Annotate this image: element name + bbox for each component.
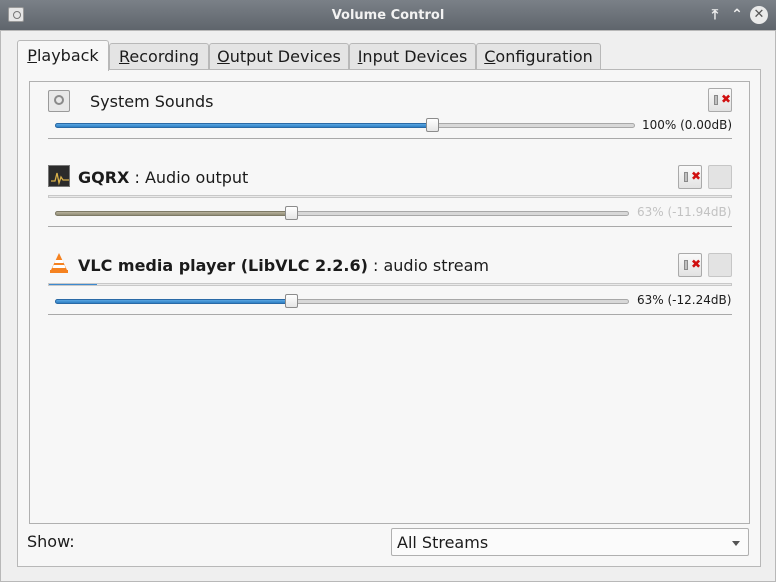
- playback-panel: System Sounds ✖ 100% (0.00dB) GQRX: Aud…: [17, 69, 761, 567]
- tab-recording[interactable]: Recording: [109, 43, 209, 70]
- stream-list: System Sounds ✖ 100% (0.00dB) GQRX: Aud…: [29, 81, 750, 524]
- stream-separator: [48, 226, 732, 227]
- mute-button[interactable]: ✖: [678, 253, 702, 277]
- keep-above-icon[interactable]: ⤒: [706, 6, 724, 24]
- volume-readout: 100% (0.00dB): [642, 118, 733, 132]
- tab-playback[interactable]: Playback: [17, 40, 109, 71]
- system-sounds-icon: [48, 90, 70, 112]
- volume-fill: [55, 299, 290, 304]
- volume-fill: [55, 123, 431, 128]
- stream-name: GQRX : Audio output: [78, 168, 249, 187]
- mute-x-icon: ✖: [721, 92, 732, 106]
- peak-meter: [48, 195, 732, 198]
- main-window: Playback Recording Output Devices Input …: [0, 30, 776, 582]
- speaker-icon: [714, 95, 718, 105]
- volume-slider[interactable]: [55, 206, 629, 220]
- gqrx-icon: [48, 165, 70, 187]
- show-streams-value: All Streams: [397, 533, 489, 552]
- volume-handle[interactable]: [285, 294, 298, 308]
- mute-x-icon: ✖: [691, 257, 702, 271]
- show-label: Show:: [27, 532, 75, 551]
- stream-separator: [48, 314, 732, 315]
- window-title: Volume Control: [331, 8, 445, 23]
- peak-meter: [48, 283, 732, 286]
- mute-button[interactable]: ✖: [708, 88, 732, 112]
- stream-separator: [48, 138, 732, 139]
- mute-button[interactable]: ✖: [678, 165, 702, 189]
- chevron-down-icon: [732, 541, 740, 546]
- volume-slider[interactable]: [55, 294, 629, 308]
- vlc-cone-icon: [48, 252, 70, 274]
- volume-fill: [55, 211, 290, 216]
- tab-output-devices[interactable]: Output Devices: [209, 43, 349, 70]
- lock-channels-toggle[interactable]: [708, 165, 732, 189]
- mute-x-icon: ✖: [691, 169, 702, 183]
- close-icon[interactable]: ✕: [750, 6, 768, 24]
- show-streams-select[interactable]: All Streams: [391, 528, 749, 556]
- volume-handle[interactable]: [426, 118, 439, 132]
- volume-readout: 63% (-11.94dB): [637, 205, 732, 219]
- title-bar: Volume Control ⤒ ⌃ ✕: [0, 0, 776, 30]
- lock-channels-toggle[interactable]: [708, 253, 732, 277]
- volume-slider[interactable]: [55, 118, 635, 132]
- stream-name: System Sounds: [90, 92, 214, 111]
- tab-configuration[interactable]: Configuration: [476, 43, 601, 70]
- volume-handle[interactable]: [285, 206, 298, 220]
- maximize-icon[interactable]: ⌃: [728, 6, 746, 24]
- speaker-icon: [684, 260, 688, 270]
- speaker-icon: [684, 172, 688, 182]
- volume-readout: 63% (-12.24dB): [637, 293, 732, 307]
- peak-meter-fill: [49, 284, 97, 285]
- tab-input-devices[interactable]: Input Devices: [349, 43, 476, 70]
- stream-name: VLC media player (LibVLC 2.2.6) : audio …: [78, 256, 489, 275]
